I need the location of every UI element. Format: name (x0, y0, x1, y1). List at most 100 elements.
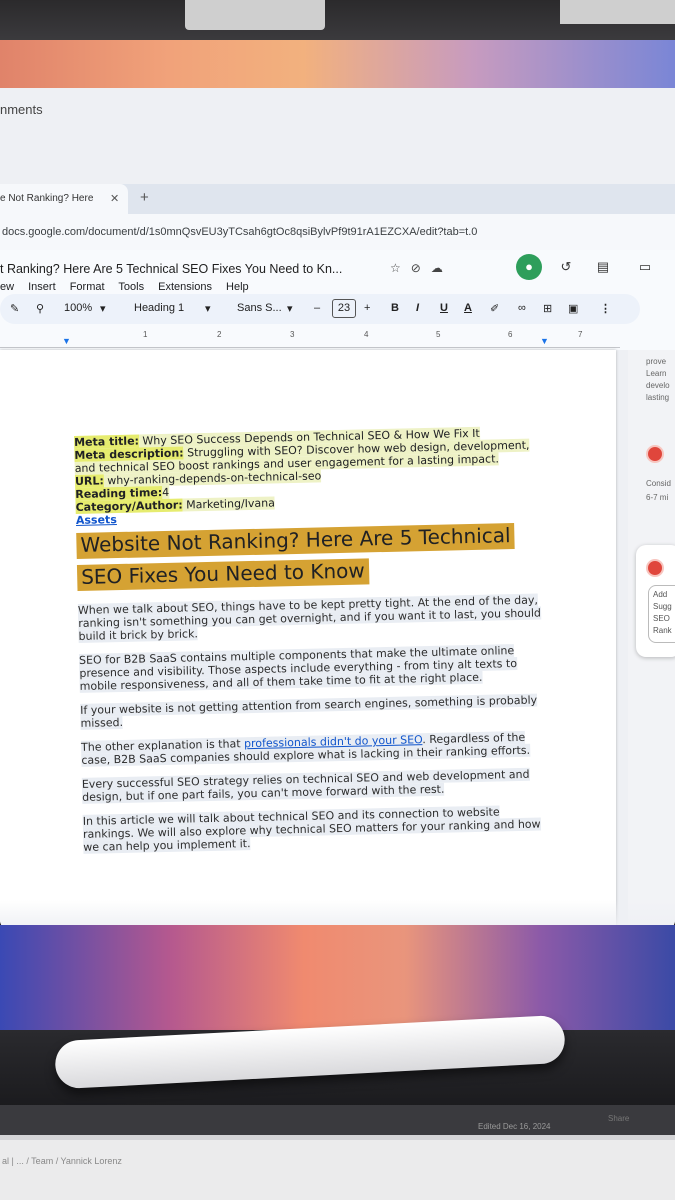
comment-snippet: Learn (646, 369, 667, 378)
document-title[interactable]: t Ranking? Here Are 5 Technical SEO Fixe… (0, 262, 342, 276)
chevron-down-icon[interactable]: ▾ (205, 302, 211, 315)
reading-time-value: 4 (162, 485, 170, 500)
avatar (646, 445, 664, 463)
edit-mode-icon[interactable]: ✎ (10, 302, 19, 315)
underline-button[interactable]: U (440, 302, 448, 314)
comments-sidebar: prove Learn develo lasting Consid 6-7 mi… (628, 350, 675, 930)
comment-snippet: Consid (646, 479, 671, 488)
highlight-icon[interactable]: ✐ (490, 302, 499, 315)
ruler-mark: 5 (436, 330, 441, 339)
insert-image-icon[interactable]: ▣ (568, 302, 578, 315)
desktop-wallpaper-bottom (0, 925, 675, 1035)
menu-insert[interactable]: Insert (28, 281, 56, 293)
menu-help[interactable]: Help (226, 281, 249, 293)
browser-window: nments e Not Ranking? Here ✕ + docs.goog… (0, 88, 675, 930)
menu-extensions[interactable]: Extensions (158, 281, 212, 293)
title-icons: ☆⊘☁ (390, 261, 453, 275)
menu-view[interactable]: ew (0, 281, 14, 293)
category-label: Category/Author: (75, 498, 183, 514)
move-icon[interactable]: ⊘ (411, 261, 431, 275)
cloud-icon[interactable]: ☁ (431, 261, 453, 275)
ruler: ▼ 1 2 3 4 5 6 ▼ 7 (0, 328, 620, 348)
avatar (646, 559, 664, 577)
comment-snippet: 6-7 mi (646, 493, 669, 502)
style-select[interactable]: Heading 1 (134, 302, 184, 314)
tab-document[interactable]: e Not Ranking? Here ✕ (0, 184, 128, 214)
comments-label: nments (0, 102, 43, 117)
text-color-button[interactable]: A (464, 302, 472, 314)
ruler-mark: 2 (217, 330, 222, 339)
new-tab-button[interactable]: + (140, 189, 149, 206)
tab-title: e Not Ranking? Here (0, 193, 94, 204)
link-icon[interactable]: ∞ (518, 302, 526, 314)
url-text[interactable]: docs.google.com/document/d/1s0mnQsvEU3yT… (2, 226, 477, 238)
indent-marker-icon[interactable]: ▼ (62, 336, 71, 346)
bold-button[interactable]: B (391, 302, 399, 314)
tab-bar: e Not Ranking? Here ✕ + (0, 184, 675, 214)
paragraph-text: Every successful SEO strategy relies on … (81, 767, 530, 804)
comment-snippet: lasting (646, 393, 670, 402)
article-heading[interactable]: Website Not Ranking? Here Are 5 Technica… (76, 518, 547, 593)
address-bar[interactable]: docs.google.com/document/d/1s0mnQsvEU3yT… (0, 214, 675, 250)
add-comment-icon[interactable]: ⊞ (543, 302, 552, 315)
camera-housing (185, 0, 325, 30)
comments-icon[interactable]: ▤ (590, 254, 616, 280)
menu-format[interactable]: Format (70, 281, 105, 293)
paragraph: SEO for B2B SaaS contains multiple compo… (78, 643, 550, 693)
zoom-select[interactable]: 100% (64, 302, 92, 314)
star-icon[interactable]: ☆ (390, 261, 411, 275)
paragraph: When we talk about SEO, things have to b… (77, 593, 549, 643)
paragraph-text: When we talk about SEO, things have to b… (77, 593, 542, 643)
edited-timestamp: Edited Dec 16, 2024 (478, 1122, 551, 1131)
paint-format-icon[interactable]: ⚲ (36, 302, 44, 315)
heading-line-1: Website Not Ranking? Here Are 5 Technica… (76, 523, 515, 559)
share-button[interactable]: Share (608, 1114, 629, 1123)
suggestion-box[interactable]: Add Sugg SEO Rank (648, 585, 675, 643)
history-icon[interactable]: ↺ (553, 254, 579, 280)
document-page[interactable]: Meta title: Why SEO Success Depends on T… (0, 350, 616, 930)
gemini-icon[interactable]: ● (516, 254, 542, 280)
category-value: Marketing/Ivana (182, 496, 276, 512)
paragraph-text: In this article we will talk about techn… (82, 805, 541, 854)
italic-button[interactable]: I (416, 302, 419, 314)
comment-card[interactable]: Add Sugg SEO Rank (636, 545, 675, 657)
suggestion-text: Add (653, 590, 668, 599)
paragraph-text: SEO for B2B SaaS contains multiple compo… (78, 644, 518, 693)
paragraph: Every successful SEO strategy relies on … (81, 767, 552, 804)
ruler-mark: 3 (290, 330, 295, 339)
font-select[interactable]: Sans S... (237, 302, 282, 314)
close-icon[interactable]: ✕ (110, 192, 119, 205)
url-label: URL: (74, 474, 104, 488)
more-options-button[interactable]: ⋮ (600, 302, 611, 315)
paragraph: The other explanation is that profession… (80, 730, 551, 767)
menu-tools[interactable]: Tools (118, 281, 144, 293)
ruler-mark: 1 (143, 330, 148, 339)
ruler-mark: 4 (364, 330, 369, 339)
right-indent-marker-icon[interactable]: ▼ (540, 336, 549, 346)
menu-bar: ew Insert Format Tools Extensions Help (0, 281, 260, 293)
paragraph: If your website is not getting attention… (80, 693, 550, 730)
paragraph-text: If your website is not getting attention… (80, 693, 538, 730)
secondary-screen-status: Edited Dec 16, 2024 Share al | ... / Tea… (0, 1114, 675, 1200)
suggestion-text: Sugg (653, 602, 672, 611)
font-size-input[interactable]: 23 (332, 299, 356, 318)
chevron-down-icon[interactable]: ▾ (287, 302, 293, 315)
ruler-mark: 6 (508, 330, 513, 339)
increase-font-button[interactable]: + (364, 302, 370, 314)
assets-link[interactable]: Assets (76, 513, 117, 527)
decrease-font-button[interactable]: – (314, 302, 320, 314)
ruler-mark: 7 (578, 330, 583, 339)
meet-icon[interactable]: ▭ (632, 254, 658, 280)
desktop-wallpaper-top (0, 40, 675, 92)
bezel-accessory (560, 0, 675, 24)
document-body[interactable]: Meta title: Why SEO Success Depends on T… (74, 425, 553, 854)
comment-snippet: develo (646, 381, 670, 390)
breadcrumb: al | ... / Team / Yannick Lorenz (2, 1156, 122, 1166)
dock-strip (0, 1105, 675, 1135)
formatting-toolbar: ✎ ⚲ 100% ▾ Heading 1 ▾ Sans S... ▾ – 23 … (0, 294, 640, 324)
comment-snippet: prove (646, 357, 667, 366)
monitor-top-bezel (0, 0, 675, 40)
suggestion-text: Rank (653, 626, 672, 635)
chevron-down-icon[interactable]: ▾ (100, 302, 106, 315)
heading-line-2: SEO Fixes You Need to Know (76, 558, 370, 591)
